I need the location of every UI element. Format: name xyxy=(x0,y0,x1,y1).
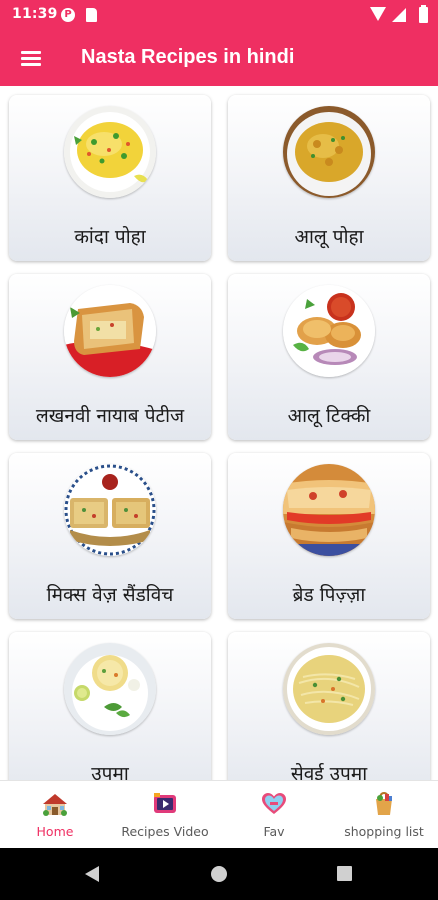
signal-icon xyxy=(392,8,406,22)
recipe-title: आलू टिक्की xyxy=(287,405,371,427)
nav-home[interactable]: Home xyxy=(22,781,88,849)
recipe-title: सेवई उपमा xyxy=(290,763,368,780)
recipe-title: ब्रेड पिज़्ज़ा xyxy=(292,584,366,606)
system-navigation-bar xyxy=(0,848,438,900)
recipe-title: आलू पोहा xyxy=(294,226,364,248)
nav-recipes-video[interactable]: Recipes Video xyxy=(114,781,216,849)
nav-home-label: Home xyxy=(36,824,74,839)
recipe-title: कांदा पोहा xyxy=(74,226,146,248)
recipe-card[interactable]: आलू टिक्की xyxy=(228,274,430,440)
status-time: 11:39 xyxy=(12,6,58,22)
app-title: Nasta Recipes in hindi xyxy=(81,46,295,68)
nav-shopping-list-label: shopping list xyxy=(344,824,424,839)
nav-fav[interactable]: Fav xyxy=(244,781,304,849)
recipe-card[interactable]: उपमा xyxy=(9,632,211,780)
recipe-card[interactable]: सेवई उपमा xyxy=(228,632,430,780)
battery-icon xyxy=(419,5,428,23)
recipe-image xyxy=(283,285,375,377)
status-bar: 11:39 P xyxy=(0,0,438,30)
app-notification-icon: P xyxy=(61,8,75,22)
recipe-card[interactable]: लखनवी नायाब पेटीज xyxy=(9,274,211,440)
recent-apps-icon[interactable] xyxy=(337,866,352,881)
video-icon xyxy=(154,793,176,813)
app-bar: Nasta Recipes in hindi xyxy=(0,30,438,86)
wifi-icon xyxy=(370,7,386,21)
shopping-bag-icon xyxy=(376,791,392,815)
recipe-grid: कांदा पोहा आलू पोहा लखनवी नायाब पेटीज आल… xyxy=(0,86,438,780)
recipe-title: मिक्स वेज़ सैंडविच xyxy=(46,584,174,606)
nav-shopping-list[interactable]: shopping list xyxy=(336,781,432,849)
status-icons xyxy=(358,5,428,23)
recipe-card[interactable]: ब्रेड पिज़्ज़ा xyxy=(228,453,430,619)
back-icon[interactable] xyxy=(85,866,99,882)
hamburger-menu-icon[interactable] xyxy=(21,49,43,67)
recipe-image xyxy=(64,643,156,735)
system-home-icon[interactable] xyxy=(211,866,227,882)
recipe-image xyxy=(283,106,375,198)
recipe-image xyxy=(283,464,375,556)
recipe-card[interactable]: मिक्स वेज़ सैंडविच xyxy=(9,453,211,619)
recipe-image xyxy=(283,643,375,735)
recipe-card[interactable]: आलू पोहा xyxy=(228,95,430,261)
home-icon xyxy=(43,794,67,816)
recipe-title: लखनवी नायाब पेटीज xyxy=(35,405,185,427)
recipe-card[interactable]: कांदा पोहा xyxy=(9,95,211,261)
nav-recipes-video-label: Recipes Video xyxy=(121,824,209,839)
heart-icon xyxy=(262,793,286,814)
recipe-image xyxy=(64,285,156,377)
bottom-navigation: Home Recipes Video Fav shopping list xyxy=(0,780,438,848)
app-screen: 11:39 P Nasta Recipes in hindi कांदा पोह… xyxy=(0,0,438,900)
sd-card-icon xyxy=(86,8,97,22)
recipe-image xyxy=(64,106,156,198)
nav-fav-label: Fav xyxy=(263,824,285,839)
recipe-title: उपमा xyxy=(91,763,129,780)
recipe-image xyxy=(64,464,156,556)
